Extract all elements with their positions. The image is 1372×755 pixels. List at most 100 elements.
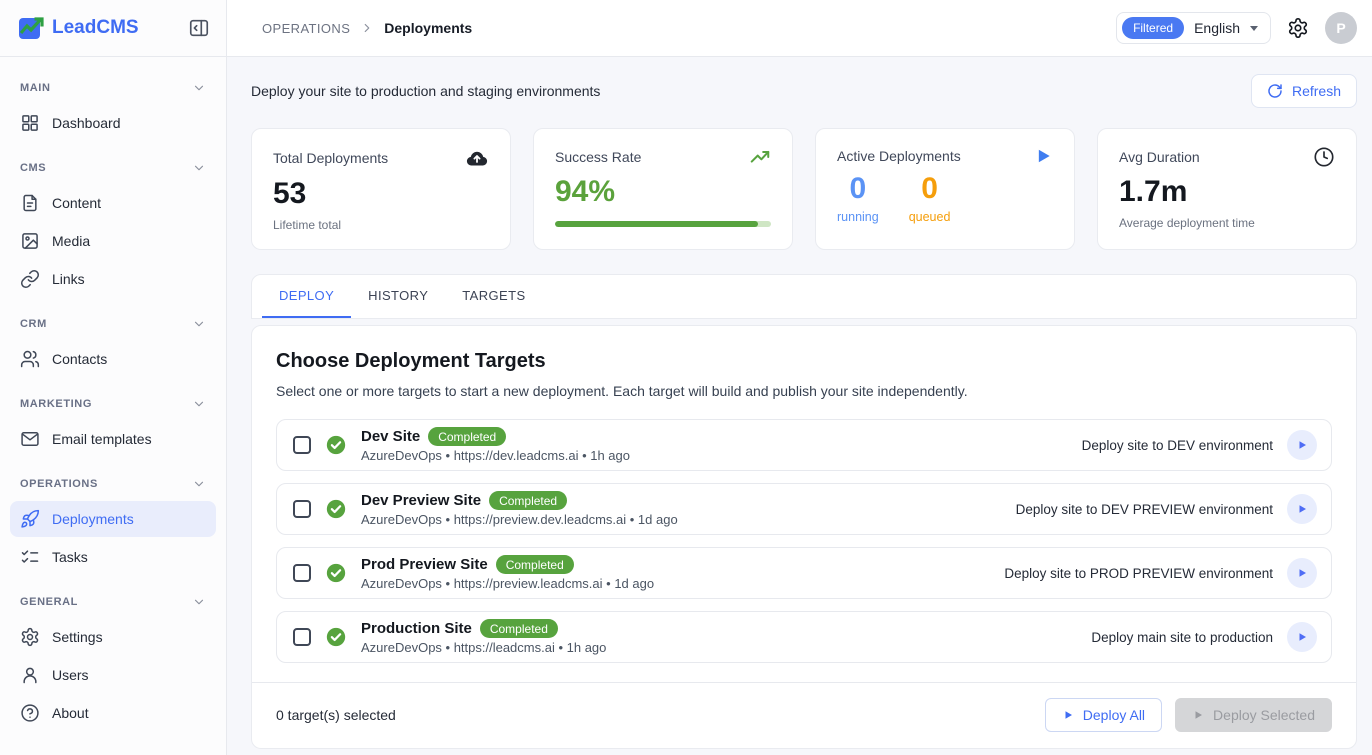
check-circle-icon [325, 434, 347, 456]
sidebar-item-label: Users [52, 667, 89, 683]
nav-section-header-main[interactable]: MAIN [10, 71, 216, 103]
play-icon [1296, 439, 1308, 451]
sidebar-item-media[interactable]: Media [10, 223, 216, 259]
nav-section-label: MAIN [20, 82, 51, 94]
nav-section-crm: CRM Contacts [10, 307, 216, 377]
stat-title: Success Rate [555, 149, 641, 165]
running-stat: 0 running [837, 172, 879, 224]
deploy-selected-button[interactable]: Deploy Selected [1175, 698, 1332, 732]
deploy-all-label: Deploy All [1083, 707, 1145, 723]
check-circle-icon [325, 562, 347, 584]
deploy-all-button[interactable]: Deploy All [1045, 698, 1162, 732]
target-row-dev-preview-site[interactable]: Dev Preview Site Completed AzureDevOps •… [276, 483, 1332, 535]
breadcrumb-current-page: Deployments [384, 20, 472, 36]
status-badge: Completed [496, 555, 574, 574]
clock-icon [1313, 146, 1335, 168]
target-checkbox[interactable] [293, 628, 311, 646]
breadcrumb-operations[interactable]: OPERATIONS [262, 21, 350, 36]
sidebar-item-label: Content [52, 195, 101, 211]
sidebar-item-label: Settings [52, 629, 103, 645]
deploy-target-button[interactable] [1287, 494, 1317, 524]
nav-section-main: MAIN Dashboard [10, 71, 216, 141]
target-name: Dev Preview Site [361, 492, 481, 509]
target-checkbox[interactable] [293, 564, 311, 582]
status-badge: Completed [480, 619, 558, 638]
stat-value-avg-duration: 1.7m [1119, 175, 1335, 208]
sidebar-item-users[interactable]: Users [10, 657, 216, 693]
tab-deploy[interactable]: DEPLOY [262, 275, 351, 318]
target-meta: AzureDevOps • https://preview.dev.leadcm… [361, 512, 678, 527]
sidebar-item-settings[interactable]: Settings [10, 619, 216, 655]
target-checkbox[interactable] [293, 500, 311, 518]
refresh-icon [1267, 83, 1283, 99]
target-meta: AzureDevOps • https://preview.leadcms.ai… [361, 576, 654, 591]
sidebar-item-content[interactable]: Content [10, 185, 216, 221]
deploy-target-button[interactable] [1287, 622, 1317, 652]
sidebar-item-dashboard[interactable]: Dashboard [10, 105, 216, 141]
target-description: Deploy site to DEV environment [1082, 438, 1273, 453]
people-icon [20, 349, 40, 369]
sidebar-item-links[interactable]: Links [10, 261, 216, 297]
sidebar: LeadCMS MAIN Dashboard [0, 0, 227, 755]
success-rate-progress-track [555, 221, 771, 227]
nav-section-header-cms[interactable]: CMS [10, 151, 216, 183]
sidebar-item-about[interactable]: About [10, 695, 216, 731]
link-icon [20, 269, 40, 289]
sidebar-item-label: Deployments [52, 511, 134, 527]
page-content: Deploy your site to production and stagi… [227, 57, 1372, 755]
sidebar-item-label: Email templates [52, 431, 152, 447]
document-icon [20, 193, 40, 213]
status-badge: Completed [428, 427, 506, 446]
queued-label: queued [909, 210, 951, 224]
topbar-right: Filtered English P [1116, 12, 1357, 44]
sidebar-item-contacts[interactable]: Contacts [10, 341, 216, 377]
gear-icon [20, 627, 40, 647]
target-checkbox[interactable] [293, 436, 311, 454]
target-row-dev-site[interactable]: Dev Site Completed AzureDevOps • https:/… [276, 419, 1332, 471]
deploy-target-button[interactable] [1287, 558, 1317, 588]
avatar[interactable]: P [1325, 12, 1357, 44]
settings-button[interactable] [1287, 17, 1309, 39]
target-name: Dev Site [361, 428, 420, 445]
sidebar-item-deployments[interactable]: Deployments [10, 501, 216, 537]
success-rate-progress-fill [555, 221, 758, 227]
sidebar-item-email-templates[interactable]: Email templates [10, 421, 216, 457]
nav-section-header-crm[interactable]: CRM [10, 307, 216, 339]
nav-section-header-general[interactable]: GENERAL [10, 585, 216, 617]
target-row-prod-preview-site[interactable]: Prod Preview Site Completed AzureDevOps … [276, 547, 1332, 599]
play-icon [1296, 631, 1308, 643]
language-selector[interactable]: Filtered English [1116, 12, 1271, 44]
sidebar-item-label: About [52, 705, 89, 721]
brand-logo[interactable]: LeadCMS [18, 15, 139, 41]
tab-history[interactable]: HISTORY [351, 275, 445, 318]
nav-section-marketing: MARKETING Email templates [10, 387, 216, 457]
main-area: OPERATIONS Deployments Filtered English … [227, 0, 1372, 755]
chevron-down-icon [192, 397, 206, 411]
target-row-production-site[interactable]: Production Site Completed AzureDevOps • … [276, 611, 1332, 663]
image-icon [20, 231, 40, 251]
sidebar-item-tasks[interactable]: Tasks [10, 539, 216, 575]
nav-section-label: GENERAL [20, 596, 78, 608]
mail-icon [20, 429, 40, 449]
stat-title: Active Deployments [837, 148, 961, 164]
deploy-target-button[interactable] [1287, 430, 1317, 460]
panel-title: Choose Deployment Targets [276, 350, 1332, 373]
breadcrumb: OPERATIONS Deployments [262, 20, 472, 36]
stat-title: Total Deployments [273, 150, 388, 166]
refresh-button[interactable]: Refresh [1251, 74, 1357, 108]
leadcms-logo-icon [18, 15, 44, 41]
brand-name: LeadCMS [52, 17, 139, 39]
play-icon [1296, 503, 1308, 515]
sidebar-collapse-button[interactable] [186, 15, 212, 41]
user-icon [20, 665, 40, 685]
queued-stat: 0 queued [909, 172, 951, 224]
nav-section-header-operations[interactable]: OPERATIONS [10, 467, 216, 499]
panel-subtitle: Select one or more targets to start a ne… [276, 383, 1332, 399]
stat-card-total-deployments: Total Deployments 53 Lifetime total [251, 128, 511, 250]
nav-section-header-marketing[interactable]: MARKETING [10, 387, 216, 419]
tabstrip: DEPLOY HISTORY TARGETS [251, 274, 1357, 319]
tab-targets[interactable]: TARGETS [445, 275, 542, 318]
checklist-icon [20, 547, 40, 567]
nav-section-label: MARKETING [20, 398, 92, 410]
stat-value-success-rate: 94% [555, 175, 771, 208]
